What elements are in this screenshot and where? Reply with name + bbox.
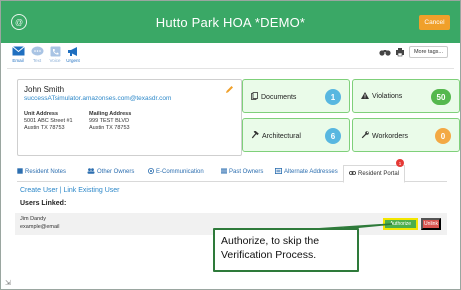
print-icon[interactable] bbox=[394, 46, 406, 58]
violations-count-badge: 50 bbox=[431, 89, 451, 105]
voice-label: Voice bbox=[49, 58, 61, 63]
unlink-button[interactable]: Unlink bbox=[421, 218, 441, 230]
users-icon bbox=[87, 168, 95, 176]
cancel-button[interactable]: Cancel bbox=[419, 15, 450, 30]
tab-other-owners[interactable]: Other Owners bbox=[87, 168, 134, 176]
voice-button[interactable]: Voice bbox=[46, 45, 64, 63]
owner-name: John Smith bbox=[24, 85, 65, 94]
chat-bubble-icon bbox=[31, 45, 44, 57]
mailing-address-line2: Austin TX 78753 bbox=[89, 125, 130, 131]
violations-tile[interactable]: Violations 50 bbox=[352, 79, 460, 113]
at-icon bbox=[148, 168, 154, 176]
pencil-icon[interactable] bbox=[225, 85, 234, 94]
create-user-link[interactable]: Create User bbox=[20, 187, 58, 194]
owner-tabs: Resident Notes Other Owners E-Communicat… bbox=[17, 159, 447, 183]
communication-toolbar: Email Text Voice Urgent More tags... bbox=[1, 43, 460, 67]
tab-past-owners[interactable]: Past Owners bbox=[221, 168, 263, 176]
users-linked-heading: Users Linked: bbox=[20, 200, 67, 207]
tab-resident-notes-label: Resident Notes bbox=[25, 169, 67, 175]
resident-portal-count-badge: 1 bbox=[396, 159, 404, 167]
urgent-button[interactable]: Urgent bbox=[64, 45, 82, 63]
linked-user-email: example@email bbox=[20, 224, 60, 230]
workorders-tile[interactable]: Workorders 0 bbox=[352, 118, 460, 152]
workorders-tile-label: Workorders bbox=[361, 131, 408, 141]
warning-icon bbox=[361, 92, 369, 101]
wrench-icon bbox=[361, 131, 369, 141]
violations-label: Violations bbox=[372, 93, 403, 100]
hammer-icon bbox=[251, 130, 259, 141]
documents-count-badge: 1 bbox=[325, 89, 341, 105]
tab-resident-notes[interactable]: Resident Notes bbox=[17, 168, 66, 176]
email-label: Email bbox=[12, 58, 24, 63]
architectural-label: Architectural bbox=[262, 132, 301, 140]
linked-user-name: Jim Dandy bbox=[20, 216, 46, 222]
more-tags-button[interactable]: More tags... bbox=[408, 46, 448, 58]
list-icon bbox=[221, 168, 227, 176]
documents-tile[interactable]: Documents 1 bbox=[242, 79, 350, 113]
tab-past-owners-label: Past Owners bbox=[229, 169, 264, 175]
link-separator: | bbox=[59, 187, 62, 194]
toolbar-right-actions: More tags... bbox=[379, 46, 448, 58]
resize-grip-icon[interactable]: ⇲ bbox=[5, 279, 11, 287]
urgent-label: Urgent bbox=[66, 58, 80, 63]
user-actions: Create User | Link Existing User bbox=[20, 187, 120, 194]
owner-email-link[interactable]: successATsimulator.amazonses.com@texasdr… bbox=[24, 95, 171, 102]
unit-address-line2: Austin TX 78753 bbox=[24, 125, 65, 131]
note-icon bbox=[17, 168, 23, 176]
link-icon bbox=[348, 170, 356, 178]
tab-alternate-addresses[interactable]: Alternate Addresses bbox=[275, 168, 338, 176]
tab-other-owners-label: Other Owners bbox=[97, 169, 135, 175]
megaphone-icon bbox=[67, 45, 80, 57]
link-existing-user-link[interactable]: Link Existing User bbox=[63, 187, 119, 194]
tab-alternate-addresses-label: Alternate Addresses bbox=[284, 169, 338, 175]
architectural-tile[interactable]: Architectural 6 bbox=[242, 118, 350, 152]
text-label: Text bbox=[32, 58, 42, 63]
tab-e-communication-label: E-Communication bbox=[156, 169, 204, 175]
unit-address: Unit Address 5001 ABC Street #1 Austin T… bbox=[24, 111, 73, 132]
copy-icon bbox=[251, 92, 258, 102]
tab-resident-portal[interactable]: Resident Portal 1 bbox=[343, 159, 405, 183]
violations-tile-label: Violations bbox=[361, 92, 402, 101]
owner-card: John Smith successATsimulator.amazonses.… bbox=[17, 79, 242, 156]
tab-e-communication[interactable]: E-Communication bbox=[148, 168, 204, 176]
mailing-address: Mailing Address 999 TEST BLVD Austin TX … bbox=[89, 111, 131, 132]
email-button[interactable]: Email bbox=[9, 45, 27, 63]
mailing-address-label: Mailing Address bbox=[89, 111, 132, 117]
documents-tile-label: Documents bbox=[251, 92, 296, 102]
dialog-title: Hutto Park HOA *DEMO* bbox=[155, 14, 306, 30]
dialog-header: @ Hutto Park HOA *DEMO* Cancel bbox=[1, 1, 460, 43]
instruction-callout: Authorize, to skip the Verification Proc… bbox=[213, 228, 359, 272]
address-card-icon bbox=[275, 168, 282, 176]
documents-label: Documents bbox=[261, 93, 297, 101]
at-sign-icon: @ bbox=[11, 14, 27, 30]
text-button[interactable]: Text bbox=[28, 45, 46, 63]
tab-resident-portal-label: Resident Portal bbox=[357, 171, 400, 177]
mailing-address-line1: 999 TEST BLVD bbox=[89, 118, 130, 124]
binoculars-icon[interactable] bbox=[379, 46, 391, 58]
envelope-icon bbox=[11, 45, 25, 57]
workorders-label: Workorders bbox=[372, 132, 409, 140]
unit-address-line1: 5001 ABC Street #1 bbox=[24, 118, 73, 124]
authorize-button[interactable]: Authorize bbox=[383, 218, 418, 230]
unit-address-label: Unit Address bbox=[24, 111, 59, 117]
architectural-tile-label: Architectural bbox=[251, 130, 301, 141]
workorders-count-badge: 0 bbox=[435, 128, 451, 144]
phone-icon bbox=[50, 45, 61, 57]
toolbar-divider bbox=[7, 68, 454, 69]
architectural-count-badge: 6 bbox=[325, 128, 341, 144]
